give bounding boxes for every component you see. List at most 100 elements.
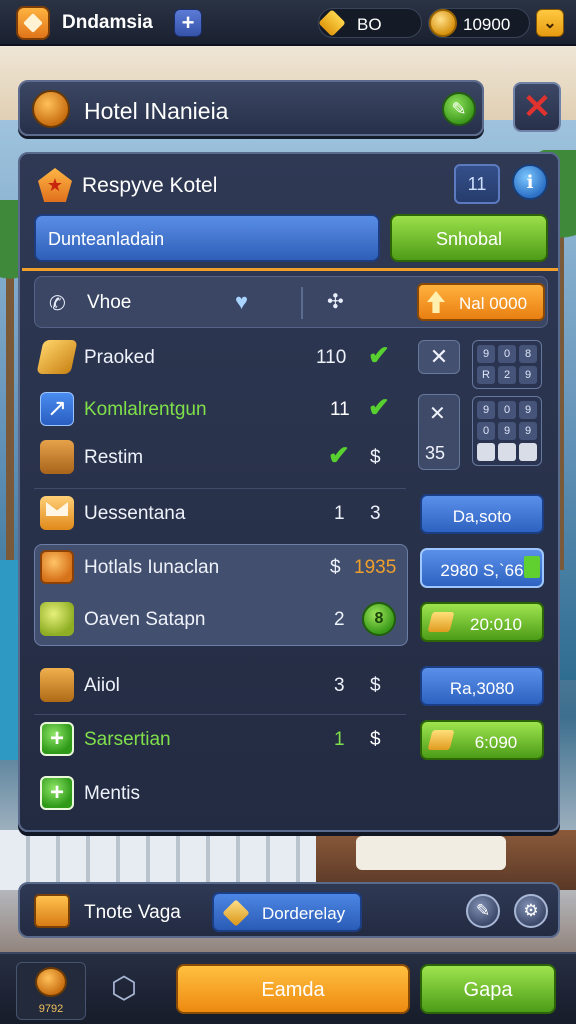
footer-bar: 9792 ⬡ Eamda Gapa: [0, 952, 576, 1024]
star-badge-icon: [38, 168, 72, 202]
row-label: Hotlals Iunaclan: [84, 557, 220, 578]
list-item[interactable]: Mentis: [40, 776, 400, 812]
reserve-hotel-panel: Respyve Kotel 11 ℹ Dunteanladain Snhobal…: [18, 152, 560, 832]
close-icon[interactable]: ✕: [418, 340, 460, 374]
key[interactable]: [498, 443, 516, 461]
row-value: 3: [334, 675, 345, 696]
order-button[interactable]: Dorderelay: [212, 892, 362, 932]
hexagon-icon[interactable]: ⬡: [106, 972, 142, 1008]
panel-number-button[interactable]: 11: [454, 164, 500, 204]
keypad[interactable]: 9 0 8 R 2 9: [472, 340, 542, 389]
key[interactable]: 2: [498, 366, 516, 384]
tag-icon: [524, 556, 540, 578]
row-value-secondary: $: [370, 729, 381, 750]
list-item[interactable]: Praoked 110: [36, 340, 400, 376]
check-icon: ✔: [368, 392, 390, 422]
tab-secondary[interactable]: Snhobal: [390, 214, 548, 262]
key[interactable]: [477, 443, 495, 461]
side-counter[interactable]: ✕ 35: [418, 394, 460, 470]
profile-badge[interactable]: 9792: [16, 962, 86, 1020]
fan-icon[interactable]: ✣: [327, 289, 344, 314]
primary-action-button[interactable]: Eamda: [176, 964, 410, 1014]
key[interactable]: [519, 443, 537, 461]
key[interactable]: 9: [477, 401, 495, 419]
filter-price-button[interactable]: Nal 0000: [417, 283, 545, 321]
key[interactable]: 9: [498, 422, 516, 440]
bottom-info-bar: Tnote Vaga Dorderelay ✎ ⚙: [18, 882, 560, 938]
ticket-icon: [427, 612, 455, 632]
key[interactable]: 0: [498, 345, 516, 363]
arrow-icon: [40, 392, 74, 426]
key[interactable]: 8: [519, 345, 537, 363]
close-icon[interactable]: ✕: [513, 82, 561, 132]
phone-icon: ✆: [49, 293, 66, 315]
row-value: 1: [334, 729, 345, 750]
close-icon[interactable]: ✕: [429, 401, 446, 426]
leaf-icon: [40, 602, 74, 636]
wrench-icon[interactable]: ✎: [466, 894, 500, 928]
divider: [34, 488, 406, 489]
count-badge[interactable]: 8: [362, 602, 396, 636]
key-icon: [40, 668, 74, 702]
heart-icon[interactable]: ♥: [235, 289, 248, 315]
key[interactable]: 9: [477, 345, 495, 363]
row-value: $: [370, 447, 381, 468]
key[interactable]: 9: [519, 422, 537, 440]
divider: [34, 714, 406, 715]
tab-primary[interactable]: Dunteanladain: [34, 214, 380, 262]
filter-price-label: Nal 0000: [459, 294, 528, 313]
row-value: $: [330, 557, 341, 578]
medal-icon: [35, 967, 67, 997]
side-counter-value: 35: [425, 443, 446, 463]
price-button-selected[interactable]: 2980 S,`66: [420, 548, 544, 588]
order-button-label: Dorderelay: [262, 904, 346, 923]
row-label: Komlalrentgun: [84, 399, 207, 420]
coin-value: 10900: [463, 15, 511, 34]
check-icon: ✔: [328, 440, 350, 470]
price-button[interactable]: 20:010: [420, 602, 544, 642]
profile-badge-text: 9792: [38, 1003, 64, 1015]
key[interactable]: 9: [519, 366, 537, 384]
list-item[interactable]: Sarsertian 1 $: [40, 722, 400, 758]
ticket-icon: [36, 340, 78, 374]
bell-icon: [40, 440, 74, 474]
secondary-action-button[interactable]: Gapa: [420, 964, 556, 1014]
chevron-down-icon[interactable]: ⌄: [536, 9, 564, 37]
key[interactable]: 0: [477, 422, 495, 440]
plus-icon: [40, 722, 74, 756]
key[interactable]: 9: [519, 401, 537, 419]
coin-counter[interactable]: 10900: [428, 8, 530, 38]
list-item[interactable]: Oaven Satapn 2: [40, 602, 360, 638]
arrow-up-icon: [427, 291, 445, 313]
list-item[interactable]: Aiiol 3 $: [40, 668, 400, 704]
list-item[interactable]: Uessentana 1 3: [40, 496, 400, 532]
row-value-secondary: 1935: [354, 557, 397, 578]
gem-icon: [318, 9, 346, 37]
gem-value: BO: [357, 15, 382, 34]
gem-counter[interactable]: BO: [318, 8, 422, 38]
coin-icon: [429, 9, 457, 37]
price-button[interactable]: Ra,3080: [420, 666, 544, 706]
key[interactable]: 0: [498, 401, 516, 419]
price-button[interactable]: 6:090: [420, 720, 544, 760]
edit-icon[interactable]: ✎: [442, 92, 476, 126]
settings-icon[interactable]: ⚙: [514, 894, 548, 928]
keypad[interactable]: 9 0 9 0 9 9: [472, 396, 542, 466]
box-icon: [222, 899, 250, 927]
top-bar: Dndamsia + BO 10900 ⌄: [0, 0, 576, 46]
row-value: 11: [330, 399, 350, 420]
price-button-label: 20:010: [470, 615, 522, 634]
list-item[interactable]: Hotlals Iunaclan $ 1935: [40, 550, 400, 586]
panel-title: Respyve Kotel: [82, 174, 218, 197]
folder-icon: [34, 894, 70, 928]
row-label: Mentis: [84, 783, 140, 804]
row-value: 110: [316, 347, 347, 368]
price-button[interactable]: Da,soto: [420, 494, 544, 534]
list-item[interactable]: Komlalrentgun 11: [40, 392, 400, 428]
key[interactable]: R: [477, 366, 495, 384]
add-button[interactable]: +: [174, 9, 202, 37]
game-logo-icon[interactable]: [16, 6, 50, 40]
player-name: Dndamsia: [62, 12, 153, 33]
info-icon[interactable]: ℹ: [512, 164, 548, 200]
hotel-badge-icon: [32, 90, 70, 128]
